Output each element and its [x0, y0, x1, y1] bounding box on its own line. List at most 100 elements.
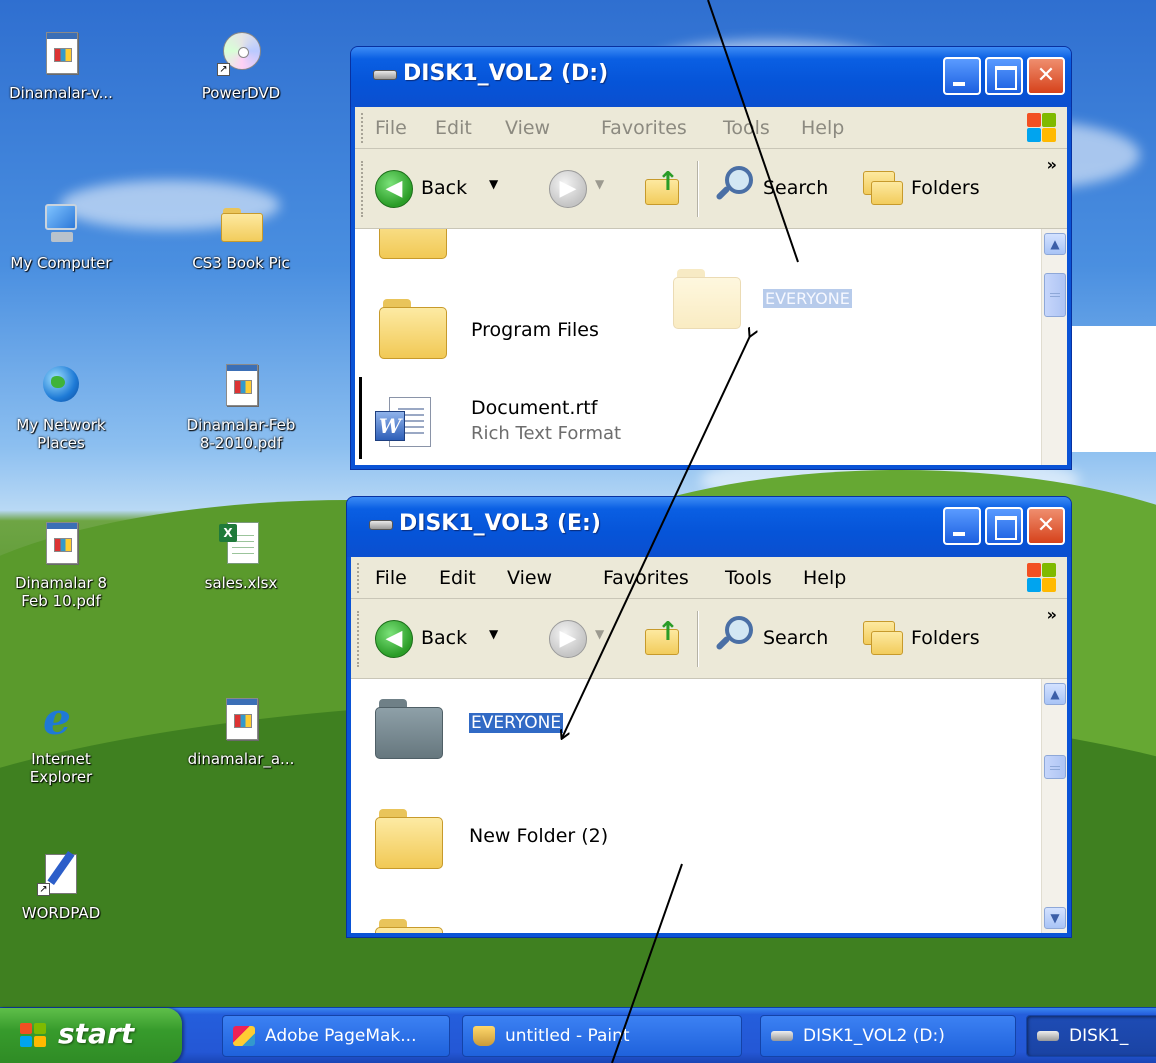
toolbar-chevron-icon[interactable]: » [1047, 605, 1057, 624]
minimize-button[interactable] [943, 507, 981, 545]
window-title: DISK1_VOL3 (E:) [399, 511, 601, 536]
toolbar-chevron-icon[interactable]: » [1047, 155, 1057, 174]
desktop-icon-dinamalar-8-feb[interactable]: Dinamalar 8 Feb 10.pdf [2, 520, 120, 610]
title-bar[interactable]: DISK1_VOL2 (D:) ✕ [351, 47, 1071, 107]
menu-help[interactable]: Help [803, 567, 846, 589]
maximize-button[interactable] [985, 57, 1023, 95]
explorer-window-disk1-vol2[interactable]: DISK1_VOL2 (D:) ✕ File Edit View Favorit… [350, 46, 1072, 470]
close-button[interactable]: ✕ [1027, 507, 1065, 545]
forward-dropdown-icon[interactable]: ▼ [595, 177, 604, 191]
desktop-icon-powerdvd[interactable]: ↗ PowerDVD [182, 30, 300, 102]
desktop-icon-cs3-book-pic[interactable]: CS3 Book Pic [182, 200, 300, 272]
desktop-icon-dinamalar-v[interactable]: Dinamalar-v... [2, 30, 120, 102]
excel-icon: X [217, 520, 265, 568]
menu-edit[interactable]: Edit [435, 117, 472, 139]
folders-button-label[interactable]: Folders [911, 177, 980, 199]
explorer-window-disk1-vol3[interactable]: DISK1_VOL3 (E:) ✕ File Edit View Favorit… [346, 496, 1072, 938]
menu-view[interactable]: View [507, 567, 552, 589]
taskbar-button-pagemaker[interactable]: Adobe PageMak... [222, 1015, 450, 1057]
menu-edit[interactable]: Edit [439, 567, 476, 589]
wordpad-icon: ↗ [37, 850, 85, 898]
desktop-icon-dinamalar-feb-8[interactable]: Dinamalar-Feb 8-2010.pdf [182, 362, 300, 452]
desktop-icon-label: dinamalar_a... [187, 750, 295, 768]
menu-file[interactable]: File [375, 567, 407, 589]
scroll-thumb[interactable] [1044, 755, 1066, 779]
vertical-scrollbar[interactable]: ▲ ▼ [1041, 679, 1067, 933]
taskbar: start Adobe PageMak... untitled - Paint … [0, 1007, 1156, 1063]
internet-explorer-icon: e [43, 694, 71, 745]
search-button-label[interactable]: Search [763, 177, 828, 199]
taskbar-button-disk1-vol2[interactable]: DISK1_VOL2 (D:) [760, 1015, 1016, 1057]
search-icon[interactable] [713, 616, 755, 658]
back-arrow-icon[interactable]: ◀ [375, 620, 413, 658]
desktop-icon-label: My Network Places [16, 416, 106, 452]
forward-arrow-icon[interactable]: ▶ [549, 620, 587, 658]
forward-dropdown-icon[interactable]: ▼ [595, 627, 604, 641]
folders-button-label[interactable]: Folders [911, 627, 980, 649]
desktop-icon-my-network-places[interactable]: My Network Places [2, 362, 120, 452]
start-button[interactable]: start [0, 1008, 182, 1063]
menu-file[interactable]: File [375, 117, 407, 139]
folder-icon[interactable] [375, 809, 443, 869]
everyone-label-selected[interactable]: EVERYONE [469, 713, 564, 733]
search-button-label[interactable]: Search [763, 627, 828, 649]
back-button-label[interactable]: Back [421, 177, 467, 199]
maximize-button[interactable] [985, 507, 1023, 545]
scroll-up-icon[interactable]: ▲ [1044, 683, 1066, 705]
program-files-label[interactable]: Program Files [471, 319, 599, 341]
toolbar-grip[interactable] [361, 161, 364, 217]
folders-icon[interactable] [863, 619, 905, 657]
menu-view[interactable]: View [505, 117, 550, 139]
computer-icon [37, 200, 85, 248]
folder-icon [217, 200, 265, 248]
desktop-icon-dinamalar-a[interactable]: dinamalar_a... [182, 696, 300, 768]
scroll-thumb[interactable] [1044, 273, 1066, 317]
search-icon[interactable] [713, 166, 755, 208]
up-folder-icon[interactable]: ↑ [645, 167, 681, 207]
menu-favorites[interactable]: Favorites [603, 567, 689, 589]
word-document-icon[interactable]: W [375, 397, 435, 453]
document-rtf-name[interactable]: Document.rtf [471, 397, 597, 419]
everyone-folder-icon[interactable] [375, 699, 443, 759]
forward-arrow-icon[interactable]: ▶ [549, 170, 587, 208]
up-folder-icon[interactable]: ↑ [645, 617, 681, 657]
desktop-icon-sales-xlsx[interactable]: X sales.xlsx [182, 520, 300, 592]
toolbar-grip[interactable] [357, 611, 360, 667]
menu-help[interactable]: Help [801, 117, 844, 139]
title-bar[interactable]: DISK1_VOL3 (E:) ✕ [347, 497, 1071, 557]
vertical-scrollbar[interactable]: ▲ [1041, 229, 1067, 465]
desktop-icon-label: PowerDVD [201, 84, 281, 102]
taskbar-button-disk1-vol3[interactable]: DISK1_ [1026, 1015, 1156, 1057]
partial-folder-icon[interactable] [379, 229, 447, 259]
folders-icon[interactable] [863, 169, 905, 207]
scroll-down-icon[interactable]: ▼ [1044, 907, 1066, 929]
standard-toolbar: ◀ Back ▼ ▶ ▼ ↑ Search Folders » [355, 149, 1067, 229]
desktop-icon-internet-explorer[interactable]: e Internet Explorer [2, 694, 120, 787]
back-arrow-icon[interactable]: ◀ [375, 170, 413, 208]
folder-icon[interactable] [379, 299, 447, 359]
taskbar-button-paint[interactable]: untitled - Paint [462, 1015, 742, 1057]
minimize-button[interactable] [943, 57, 981, 95]
desktop-icon-wordpad[interactable]: ↗ WORDPAD [2, 850, 120, 922]
scroll-up-icon[interactable]: ▲ [1044, 233, 1066, 255]
taskbar-label: untitled - Paint [505, 1026, 630, 1046]
close-button[interactable]: ✕ [1027, 57, 1065, 95]
new-folder-2-label[interactable]: New Folder (2) [469, 825, 608, 847]
menu-bar: File Edit View Favorites Tools Help [351, 557, 1067, 599]
menu-grip[interactable] [357, 563, 360, 593]
back-button-label[interactable]: Back [421, 627, 467, 649]
back-dropdown-icon[interactable]: ▼ [489, 177, 498, 191]
windows-flag-icon [20, 1023, 48, 1049]
partial-folder-icon[interactable] [375, 919, 443, 933]
menu-favorites[interactable]: Favorites [601, 117, 687, 139]
desktop-icon-label: Dinamalar-Feb 8-2010.pdf [186, 416, 296, 452]
dragged-folder-icon [673, 269, 741, 329]
back-dropdown-icon[interactable]: ▼ [489, 627, 498, 641]
file-list[interactable]: EVERYONE New Folder (2) ▲ ▼ [351, 679, 1067, 933]
menu-grip[interactable] [361, 113, 364, 143]
taskbar-label: DISK1_VOL2 (D:) [803, 1026, 945, 1046]
menu-tools[interactable]: Tools [725, 567, 772, 589]
desktop-icon-my-computer[interactable]: My Computer [2, 200, 120, 272]
menu-tools[interactable]: Tools [723, 117, 770, 139]
file-list[interactable]: Program Files EVERYONE W Document.rtf Ri… [355, 229, 1067, 465]
